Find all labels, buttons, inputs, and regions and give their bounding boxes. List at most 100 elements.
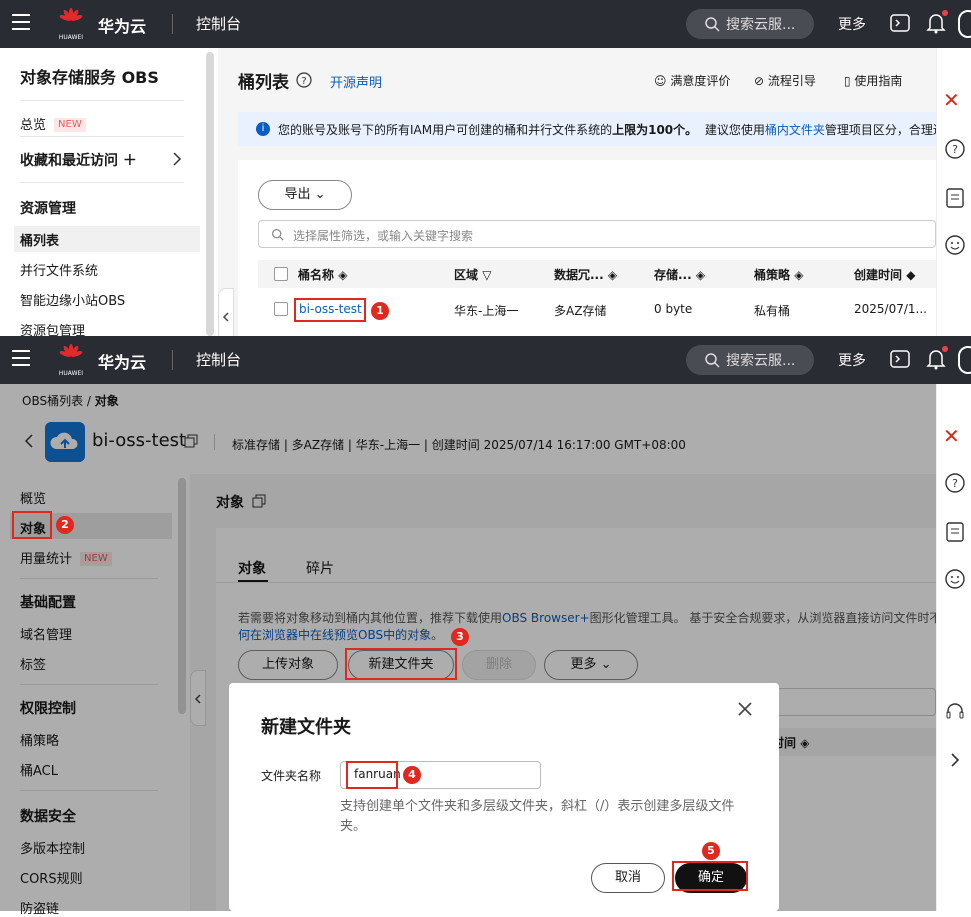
brand-name[interactable]: 华为云	[98, 349, 146, 373]
service-title: 对象存储服务 OBS	[20, 68, 159, 87]
info-text-mid: 建议您使用	[704, 123, 765, 137]
cancel-button[interactable]: 取消	[591, 863, 665, 893]
col-bucket-name[interactable]: 桶名称 ◈	[298, 266, 347, 283]
brand-name[interactable]: 华为云	[98, 13, 146, 37]
clipboard-icon[interactable]	[945, 186, 965, 208]
huawei-logo[interactable]: HUAWEI	[56, 8, 86, 41]
help-icon[interactable]: ?	[944, 472, 966, 494]
search-icon	[705, 17, 720, 32]
cell-policy: 私有桶	[754, 304, 791, 318]
sidebar-item-resource-package[interactable]: 资源包管理	[20, 320, 85, 336]
right-tool-rail-2: ✕ ?	[936, 384, 971, 911]
clipboard-icon[interactable]	[945, 520, 965, 542]
divider	[20, 100, 184, 101]
process-guide-label: 流程引导	[767, 74, 816, 88]
open-source-link[interactable]: 开源声明	[330, 72, 382, 91]
more-menu[interactable]: 更多	[838, 14, 866, 34]
sidebar-item-overview[interactable]: 总览 NEW	[20, 114, 86, 133]
col-redundancy[interactable]: 数据冗... ◈	[554, 266, 617, 283]
step-marker: 4	[403, 766, 421, 784]
sidebar-item-parallel-fs[interactable]: 并行文件系统	[20, 260, 98, 279]
info-banner: i 您的账号及账号下的所有IAM用户可创建的桶和并行文件系统的上限为100个。 …	[238, 112, 936, 146]
assistant-icon[interactable]: ✕	[943, 88, 960, 112]
select-all-checkbox[interactable]	[274, 267, 288, 281]
divider	[172, 14, 173, 34]
page-title: 桶列表	[238, 73, 289, 93]
more-menu[interactable]: 更多	[838, 350, 866, 370]
info-text: 您的账号及账号下的所有IAM用户可创建的桶和并行文件系统的	[278, 123, 613, 137]
col-storage[interactable]: 存储... ◈	[654, 266, 705, 283]
sidebar-item-bucket-list[interactable]: 桶列表	[20, 230, 59, 249]
user-guide-link[interactable]: ▯ 使用指南	[844, 72, 902, 89]
search-box[interactable]: 搜索云服...	[686, 345, 814, 375]
chevron-right-icon[interactable]	[949, 752, 961, 768]
highlight-box	[345, 648, 457, 680]
user-avatar-icon[interactable]	[958, 346, 971, 374]
highlight-box	[294, 298, 366, 322]
feedback-smile-icon[interactable]	[944, 234, 966, 256]
highlight-box	[346, 761, 398, 789]
logo-text: HUAWEI	[58, 370, 84, 377]
satisfaction-link[interactable]: ☺ 满意度评价	[654, 72, 730, 89]
folder-link[interactable]: 桶内文件夹	[765, 123, 825, 137]
cell-region: 华东-上海一	[454, 304, 519, 318]
console-link[interactable]: 控制台	[196, 13, 241, 34]
filter-input[interactable]: 选择属性筛选，或输入关键字搜索	[258, 220, 936, 248]
help-icon[interactable]: ?	[944, 138, 966, 160]
step-marker: 3	[451, 628, 469, 646]
headset-icon[interactable]	[944, 700, 966, 722]
console-link[interactable]: 控制台	[196, 349, 241, 370]
svg-text:?: ?	[952, 477, 958, 490]
terminal-icon[interactable]	[890, 349, 910, 369]
menu-icon[interactable]	[12, 14, 30, 30]
menu-icon[interactable]	[12, 350, 30, 366]
process-guide-link[interactable]: ⊘ 流程引导	[754, 72, 816, 89]
search-icon	[272, 229, 284, 241]
export-label: 导出	[284, 187, 311, 202]
close-icon[interactable]	[737, 701, 753, 717]
col-label: 桶策略	[754, 268, 791, 282]
col-label: 区域	[454, 268, 479, 282]
cell-redundancy: 多AZ存储	[554, 304, 607, 318]
favorites-section[interactable]: 收藏和最近访问 ＋	[20, 150, 137, 170]
search-icon	[705, 353, 720, 368]
divider	[20, 182, 184, 183]
export-button[interactable]: 导出 ⌄	[258, 180, 352, 210]
cell-created: 2025/07/1...	[854, 302, 927, 316]
assistant-icon[interactable]: ✕	[943, 424, 960, 448]
feedback-smile-icon[interactable]	[944, 568, 966, 590]
terminal-icon[interactable]	[890, 13, 910, 33]
filter-placeholder: 选择属性筛选，或输入关键字搜索	[293, 229, 474, 243]
sidebar-scrollbar[interactable]	[206, 52, 214, 336]
new-badge: NEW	[54, 118, 86, 132]
info-bold-text: 上限为100个。	[612, 123, 698, 137]
col-label: 创建时间	[854, 268, 903, 282]
logo-text: HUAWEI	[58, 34, 84, 41]
search-placeholder: 搜索云服...	[726, 353, 796, 369]
col-created[interactable]: 创建时间 ◆	[854, 266, 915, 283]
col-label: 桶名称	[298, 268, 335, 282]
folder-name-label: 文件夹名称	[261, 769, 322, 783]
satisfaction-label: 满意度评价	[670, 74, 731, 88]
user-guide-label: 使用指南	[854, 74, 903, 88]
right-tool-rail: ✕ ?	[936, 48, 971, 336]
huawei-logo[interactable]: HUAWEI	[56, 344, 86, 377]
top-nav-bar: HUAWEI 华为云 控制台 搜索云服... 更多	[0, 0, 971, 48]
info-icon: i	[256, 122, 270, 136]
svg-text:?: ?	[301, 76, 306, 87]
search-placeholder: 搜索云服...	[726, 17, 796, 33]
highlight-box	[672, 861, 748, 891]
search-box[interactable]: 搜索云服...	[686, 9, 814, 39]
notification-dot	[942, 346, 948, 352]
col-region: 区域 ▽	[454, 268, 492, 282]
main-content-area: 桶列表 ? 开源声明 ☺ 满意度评价 ⊘ 流程引导 ▯ 使用指南 i 您的账号及…	[218, 48, 936, 344]
col-policy[interactable]: 桶策略 ◈	[754, 266, 803, 283]
row-checkbox[interactable]	[274, 302, 288, 316]
obs-sidebar: 对象存储服务 OBS 总览 NEW 收藏和最近访问 ＋ 资源管理 桶列表 并行文件…	[0, 48, 218, 336]
user-avatar-icon[interactable]	[958, 10, 971, 38]
resource-section-title: 资源管理	[20, 201, 76, 217]
sidebar-item-label: 总览	[20, 118, 47, 133]
chevron-right-icon[interactable]	[172, 152, 182, 166]
help-icon[interactable]: ?	[296, 72, 312, 88]
sidebar-item-edge-obs[interactable]: 智能边缘小站OBS	[20, 290, 125, 309]
